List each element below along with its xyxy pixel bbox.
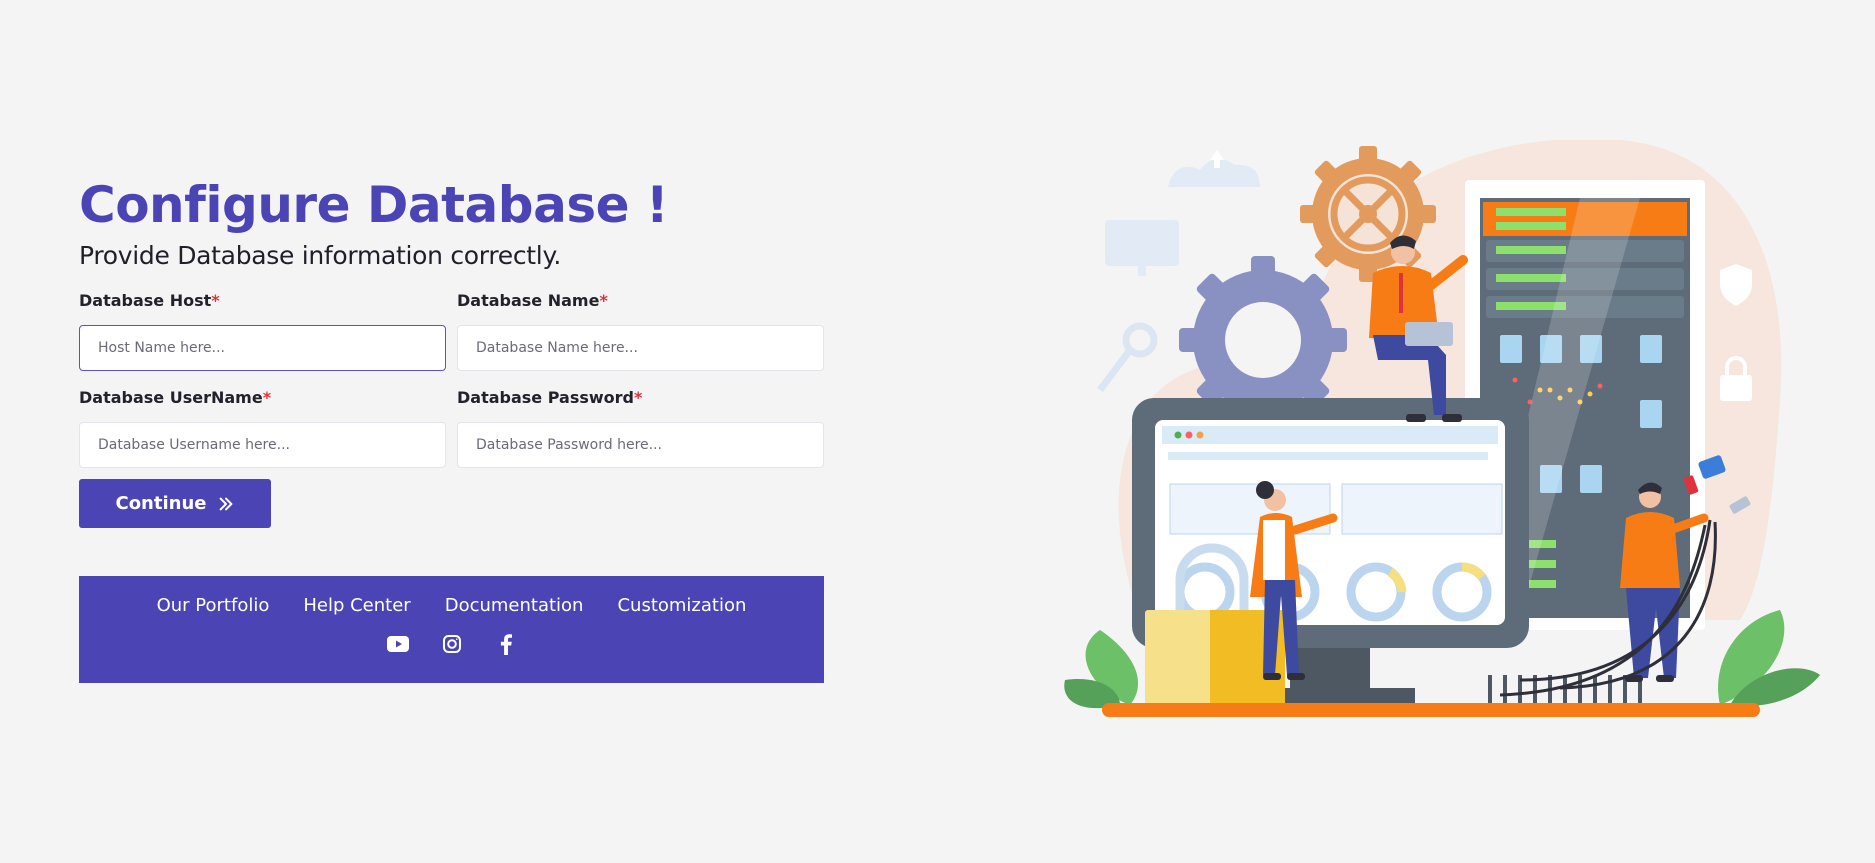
required-marker: * — [633, 388, 643, 407]
required-marker: * — [211, 291, 220, 310]
database-name-input[interactable] — [476, 340, 805, 356]
required-marker: * — [599, 291, 608, 310]
required-marker: * — [262, 388, 272, 407]
social-links — [386, 633, 518, 655]
username-label: Database UserName* — [79, 388, 446, 410]
password-label: Database Password* — [457, 388, 824, 410]
footer: Our Portfolio Help Center Documentation … — [79, 576, 824, 683]
username-input[interactable] — [98, 437, 427, 453]
name-label-text: Database Name — [457, 291, 600, 310]
host-input-wrapper — [79, 325, 446, 371]
database-form: Database Host* Database Name* Database U… — [79, 291, 824, 485]
continue-label: Continue — [115, 493, 207, 514]
username-label-text: Database UserName — [79, 388, 263, 407]
host-input[interactable] — [98, 340, 427, 356]
password-field-group: Database Password* — [457, 388, 824, 485]
password-input-wrapper — [457, 422, 824, 468]
username-input-wrapper — [79, 422, 446, 468]
double-chevron-right-icon — [219, 497, 232, 510]
footer-link-help-center[interactable]: Help Center — [303, 595, 410, 616]
facebook-icon[interactable] — [494, 633, 518, 655]
name-label: Database Name* — [457, 291, 824, 313]
name-field-group: Database Name* — [457, 291, 824, 388]
username-field-group: Database UserName* — [79, 388, 446, 485]
youtube-icon[interactable] — [386, 633, 410, 655]
configure-database-panel: Configure Database ! Provide Database in… — [79, 175, 824, 683]
host-label: Database Host* — [79, 291, 446, 313]
password-input[interactable] — [476, 437, 805, 453]
footer-link-documentation[interactable]: Documentation — [445, 595, 584, 616]
host-field-group: Database Host* — [79, 291, 446, 388]
server-database-illustration — [1064, 140, 1820, 717]
page-subtitle: Provide Database information correctly. — [79, 241, 562, 270]
instagram-icon[interactable] — [440, 633, 464, 655]
footer-link-customization[interactable]: Customization — [617, 595, 746, 616]
password-label-text: Database Password — [457, 388, 634, 407]
page-title: Configure Database ! — [79, 176, 669, 234]
footer-links: Our Portfolio Help Center Documentation … — [157, 595, 747, 616]
host-label-text: Database Host — [79, 291, 212, 310]
name-input-wrapper — [457, 325, 824, 371]
footer-link-portfolio[interactable]: Our Portfolio — [157, 595, 270, 616]
continue-button[interactable]: Continue — [79, 479, 271, 528]
